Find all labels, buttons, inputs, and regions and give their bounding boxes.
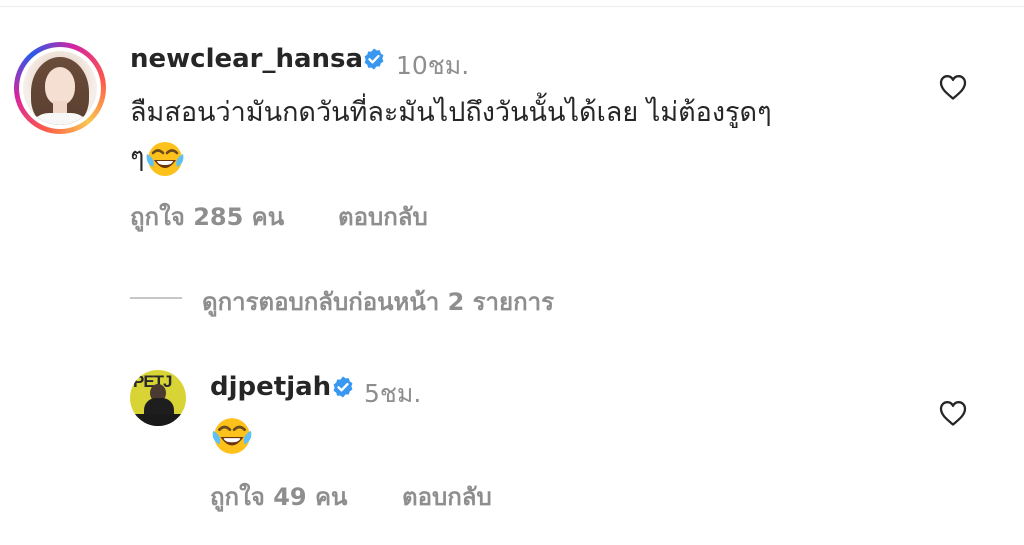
comment-text-line-2: ๆ	[130, 135, 910, 180]
comment-text-line-1: ลืมสอนว่ามันกดวันที่ละมันไปถึงวันนั้นได้…	[130, 97, 772, 128]
heart-icon[interactable]	[938, 399, 968, 427]
reply-username[interactable]: djpetjah	[210, 372, 331, 402]
reply-button[interactable]: ตอบกลับ	[338, 197, 428, 236]
verified-badge-icon	[364, 48, 384, 70]
replies-divider-line	[130, 297, 182, 299]
verified-badge-icon	[333, 376, 353, 398]
comment-text-line-2-text: ๆ	[130, 142, 145, 173]
like-count[interactable]: ถูกใจ 285 คน	[130, 197, 284, 236]
view-previous-replies-button[interactable]: ดูการตอบกลับก่อนหน้า 2 รายการ	[202, 282, 554, 321]
reply-like-count[interactable]: ถูกใจ 49 คน	[210, 477, 347, 516]
comment-username[interactable]: newclear_hansa	[130, 44, 363, 74]
face-with-tears-of-joy-icon	[212, 418, 252, 454]
reply-time: 5ชม.	[364, 379, 422, 408]
comment-text: ลืมสอนว่ามันกดวันที่ละมันไปถึงวันนั้นได้…	[130, 90, 910, 180]
face-with-tears-of-joy-icon	[146, 141, 183, 176]
reply-avatar[interactable]: PETJ	[130, 370, 186, 426]
comment-time: 10ชม.	[396, 51, 470, 80]
story-avatar[interactable]	[14, 42, 106, 134]
top-divider	[0, 6, 1024, 7]
avatar-photo	[23, 51, 97, 125]
heart-icon[interactable]	[938, 73, 968, 101]
reply-reply-button[interactable]: ตอบกลับ	[402, 477, 492, 516]
